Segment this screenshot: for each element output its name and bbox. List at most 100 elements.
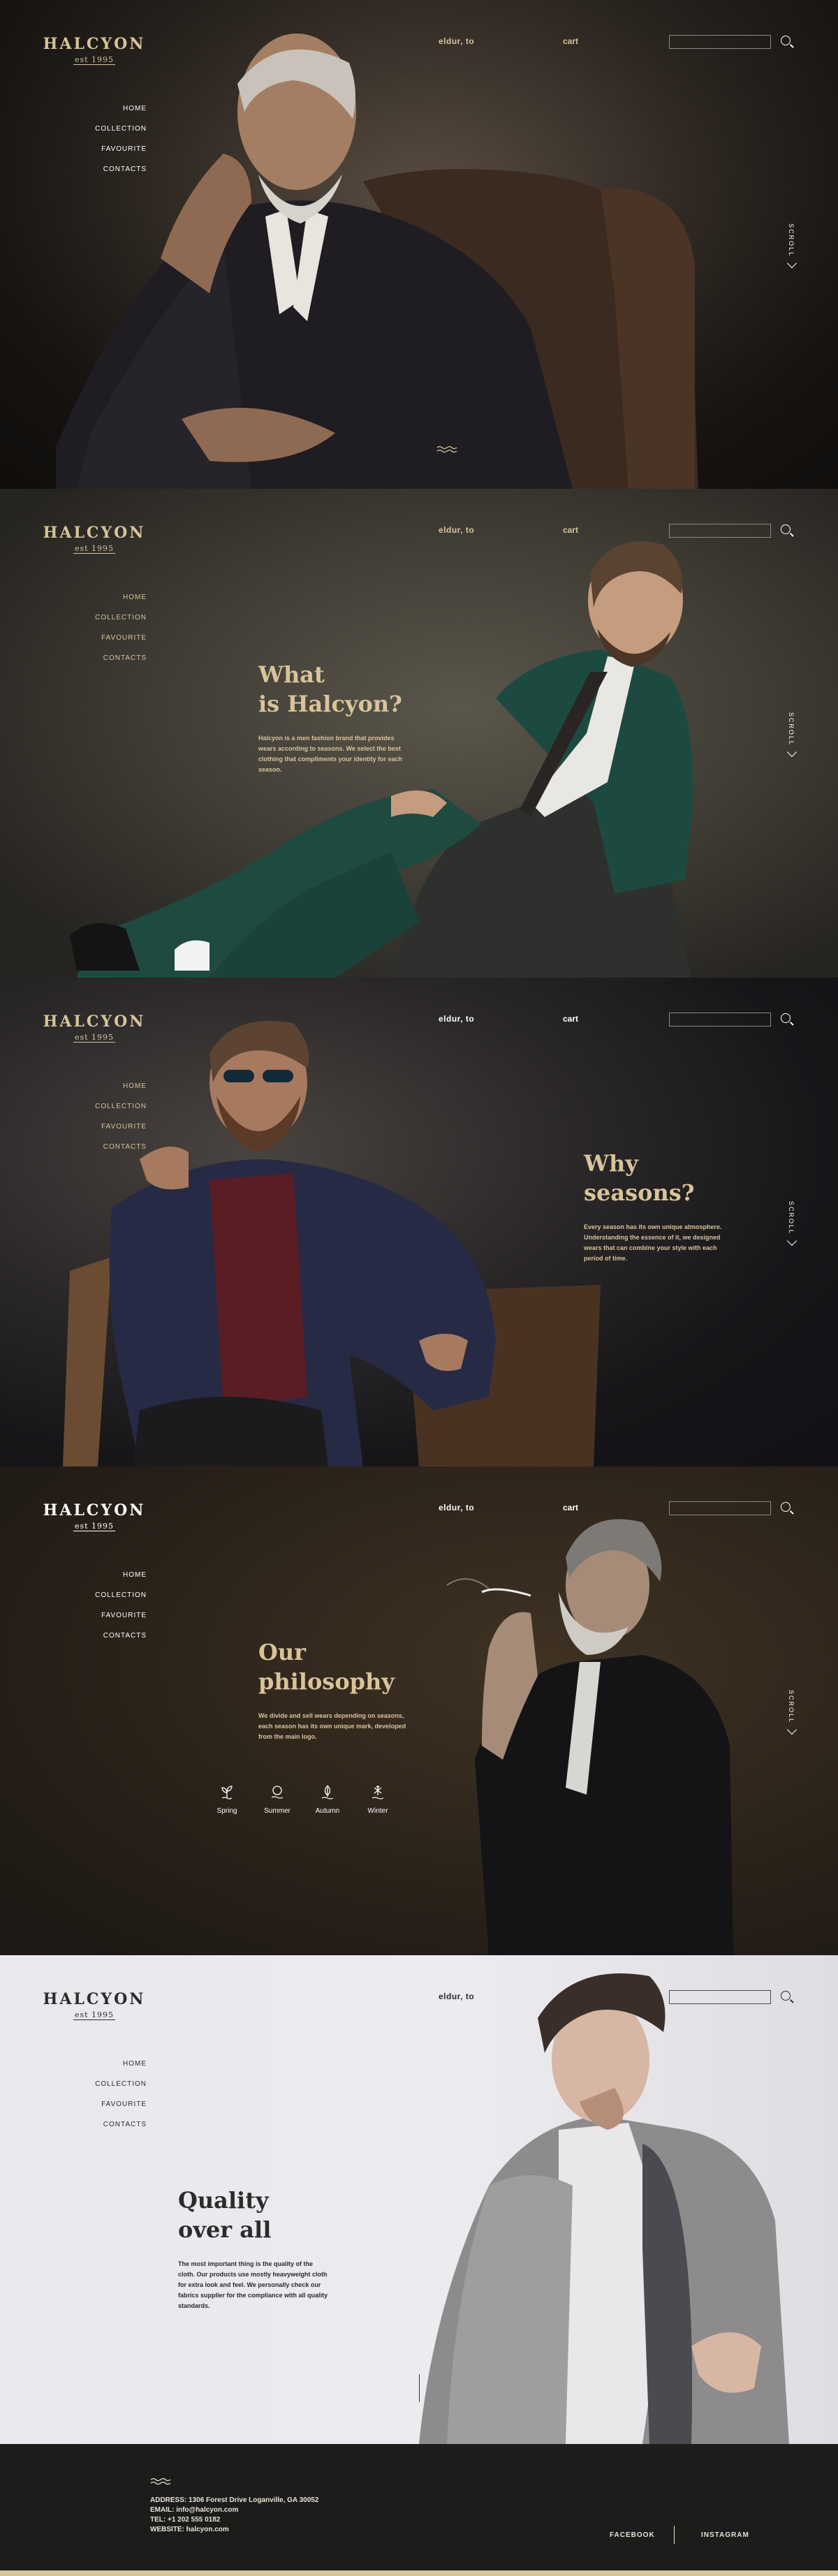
nav-contacts[interactable]: CONTACTS xyxy=(77,1143,147,1151)
search-icon[interactable] xyxy=(781,1991,791,2001)
philosophy-text: We divide and sell wears depending on se… xyxy=(258,1712,406,1740)
sprout-icon xyxy=(221,1786,233,1799)
main-nav: HOME COLLECTION FAVOURITE CONTACTS xyxy=(77,594,147,675)
logo-est: est 1995 xyxy=(73,2010,116,2020)
photo-man-green-suit xyxy=(70,541,693,978)
search-input[interactable] xyxy=(669,1990,771,2004)
logo-est: est 1995 xyxy=(73,544,116,554)
quality-heading: Quality over all xyxy=(178,2186,271,2244)
nav-collection[interactable]: COLLECTION xyxy=(77,614,147,621)
logo-est: est 1995 xyxy=(73,1522,116,1531)
nav-home[interactable]: HOME xyxy=(77,1571,147,1579)
season-spring[interactable]: Spring xyxy=(203,1784,251,1815)
nav-contacts[interactable]: CONTACTS xyxy=(77,2121,147,2128)
cart-link[interactable]: cart xyxy=(563,1014,578,1024)
logo-wordmark: HALCYON xyxy=(43,1013,146,1031)
nav-favourite[interactable]: FAVOURITE xyxy=(77,1123,147,1131)
logo-wordmark: HALCYON xyxy=(43,1501,146,1519)
photo-man-smoking xyxy=(446,1519,733,1955)
language-link[interactable]: eldur, to xyxy=(439,1992,474,2001)
nav-collection[interactable]: COLLECTION xyxy=(77,1591,147,1599)
brand-logo[interactable]: HALCYON est 1995 xyxy=(42,1990,147,2021)
nav-favourite[interactable]: FAVOURITE xyxy=(77,145,147,153)
footer-email[interactable]: EMAIL: info@halcyon.com xyxy=(150,2505,318,2515)
language-link[interactable]: eldur, to xyxy=(439,1503,474,1513)
language-link[interactable]: eldur, to xyxy=(439,1014,474,1024)
hero-photo-man-armchair xyxy=(0,0,838,489)
season-summer[interactable]: Summer xyxy=(253,1784,302,1815)
cart-link[interactable]: cart xyxy=(563,525,578,535)
cart-link[interactable]: cart xyxy=(563,1503,578,1513)
search-icon[interactable] xyxy=(781,1013,791,1023)
snowflake-icon xyxy=(372,1786,384,1799)
nav-contacts[interactable]: CONTACTS xyxy=(77,1632,147,1640)
quality-heading-line2: over all xyxy=(178,2216,272,2243)
logo-wordmark: HALCYON xyxy=(43,35,146,53)
search-input[interactable] xyxy=(669,524,771,538)
scroll-label[interactable]: SCROLL xyxy=(788,1201,795,1235)
instagram-link[interactable]: INSTAGRAM xyxy=(701,2531,749,2539)
hero-section: HALCYON est 1995 HOME COLLECTION FAVOURI… xyxy=(0,0,838,489)
season-list: Spring Summer Autumn Winter xyxy=(203,1784,412,1826)
footer: ADDRESS: 1306 Forest Drive Loganville, G… xyxy=(0,2444,838,2576)
season-autumn-label: Autumn xyxy=(315,1807,340,1815)
logo-wordmark: HALCYON xyxy=(43,524,146,542)
facebook-link[interactable]: FACEBOOK xyxy=(610,2531,655,2539)
scroll-label[interactable]: SCROLL xyxy=(788,1690,795,1723)
footer-website[interactable]: WEBSITE: halcyon.com xyxy=(150,2525,318,2535)
brand-logo[interactable]: HALCYON est 1995 xyxy=(42,35,147,66)
what-section: HALCYON est 1995 HOME COLLECTION FAVOURI… xyxy=(0,489,838,978)
what-heading-line1: What xyxy=(258,661,325,688)
main-nav: HOME COLLECTION FAVOURITE CONTACTS xyxy=(77,105,147,186)
quality-heading-line1: Quality xyxy=(178,2187,269,2214)
nav-home[interactable]: HOME xyxy=(77,1082,147,1090)
scroll-label[interactable]: SCROLL xyxy=(788,712,795,746)
nav-home[interactable]: HOME xyxy=(77,2060,147,2068)
sun-icon xyxy=(271,1786,284,1799)
quality-section: HALCYON est 1995 HOME COLLECTION FAVOURI… xyxy=(0,1955,838,2444)
nav-home[interactable]: HOME xyxy=(77,105,147,112)
search-icon[interactable] xyxy=(781,36,791,45)
main-nav: HOME COLLECTION FAVOURITE CONTACTS xyxy=(77,2060,147,2141)
nav-collection[interactable]: COLLECTION xyxy=(77,2080,147,2088)
nav-collection[interactable]: COLLECTION xyxy=(77,125,147,133)
cart-link[interactable]: cart xyxy=(563,36,578,46)
search-icon[interactable] xyxy=(781,1502,791,1512)
search-icon[interactable] xyxy=(781,524,791,534)
philosophy-heading-line2: philosophy xyxy=(258,1668,395,1695)
scroll-up-icon[interactable] xyxy=(419,2374,420,2402)
main-nav: HOME COLLECTION FAVOURITE CONTACTS xyxy=(77,1571,147,1652)
search-input[interactable] xyxy=(669,1013,771,1026)
philosophy-section: HALCYON est 1995 HOME COLLECTION FAVOURI… xyxy=(0,1466,838,1955)
brand-logo[interactable]: HALCYON est 1995 xyxy=(42,524,147,554)
search-input[interactable] xyxy=(669,35,771,49)
brand-logo[interactable]: HALCYON est 1995 xyxy=(42,1013,147,1043)
logo-est: est 1995 xyxy=(73,55,116,65)
what-heading: What is Halcyon? xyxy=(258,660,402,719)
season-autumn[interactable]: Autumn xyxy=(303,1784,352,1815)
language-link[interactable]: eldur, to xyxy=(439,36,474,46)
philosophy-heading: Our philosophy xyxy=(258,1637,395,1696)
nav-contacts[interactable]: CONTACTS xyxy=(77,165,147,173)
waves-icon xyxy=(150,2478,171,2485)
why-text: Every season has its own unique atmosphe… xyxy=(584,1223,722,1262)
language-link[interactable]: eldur, to xyxy=(439,525,474,535)
nav-home[interactable]: HOME xyxy=(77,594,147,601)
why-heading: Why seasons? xyxy=(584,1149,695,1207)
nav-favourite[interactable]: FAVOURITE xyxy=(77,2100,147,2108)
season-winter[interactable]: Winter xyxy=(353,1784,402,1815)
nav-favourite[interactable]: FAVOURITE xyxy=(77,1612,147,1619)
leaf-icon xyxy=(321,1785,334,1799)
main-nav: HOME COLLECTION FAVOURITE CONTACTS xyxy=(77,1082,147,1163)
footer-tel[interactable]: TEL: +1 202 555 0182 xyxy=(150,2515,318,2525)
search-input[interactable] xyxy=(669,1501,771,1515)
season-spring-label: Spring xyxy=(216,1807,237,1815)
philosophy-heading-line1: Our xyxy=(258,1639,306,1665)
nav-collection[interactable]: COLLECTION xyxy=(77,1103,147,1110)
scroll-label[interactable]: SCROLL xyxy=(788,223,795,257)
nav-favourite[interactable]: FAVOURITE xyxy=(77,634,147,642)
why-heading-line2: seasons? xyxy=(584,1179,695,1206)
brand-logo[interactable]: HALCYON est 1995 xyxy=(42,1501,147,1532)
nav-contacts[interactable]: CONTACTS xyxy=(77,654,147,662)
contact-info: ADDRESS: 1306 Forest Drive Loganville, G… xyxy=(150,2496,318,2535)
